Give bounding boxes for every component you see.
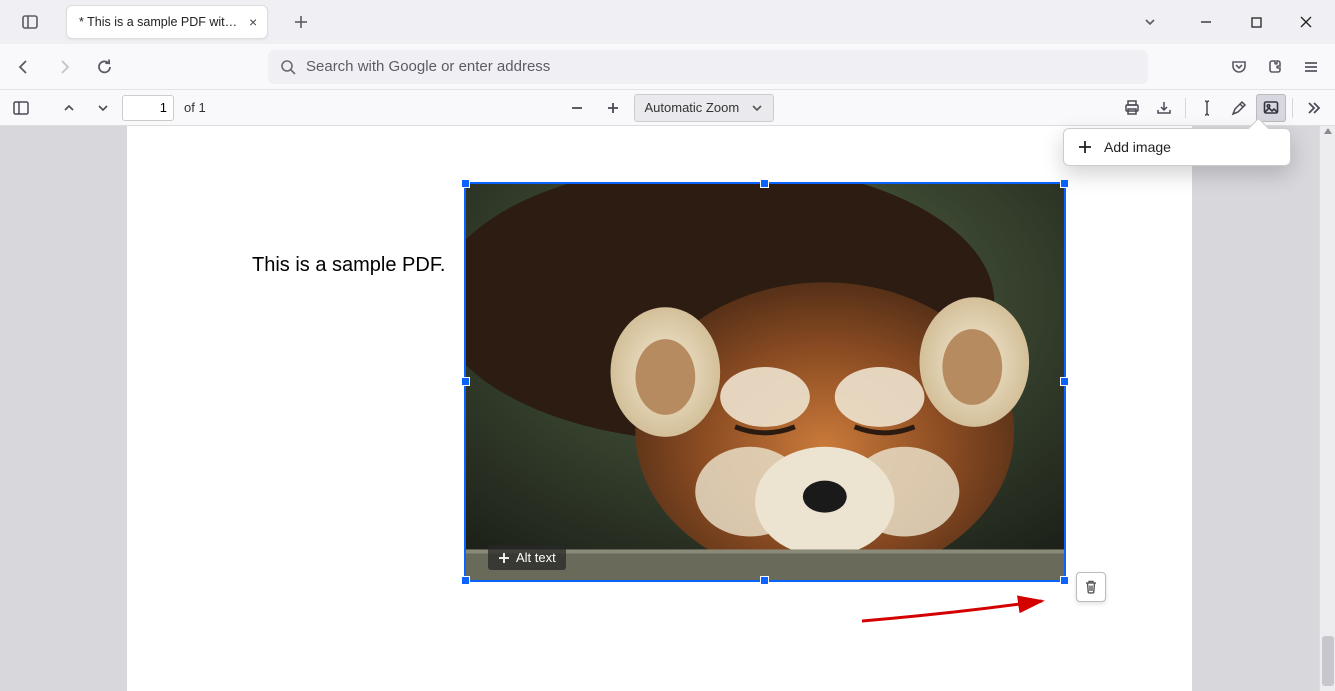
- resize-handle-top-right[interactable]: [1060, 179, 1069, 188]
- zoom-in-button[interactable]: [598, 94, 628, 122]
- download-button[interactable]: [1149, 94, 1179, 122]
- window-controls: [1183, 0, 1329, 44]
- maximize-button[interactable]: [1233, 0, 1279, 44]
- address-placeholder: Search with Google or enter address: [306, 58, 550, 75]
- image-tool-button[interactable]: [1256, 94, 1286, 122]
- window-titlebar: * This is a sample PDF with an imag ×: [0, 0, 1335, 44]
- close-tab-icon[interactable]: ×: [249, 14, 257, 30]
- prev-page-button[interactable]: [54, 94, 84, 122]
- next-page-button[interactable]: [88, 94, 118, 122]
- app-menu-button[interactable]: [1295, 51, 1327, 83]
- pdf-toolbar: of 1 Automatic Zoom: [0, 90, 1335, 126]
- page-count-label: of 1: [184, 100, 206, 115]
- resize-handle-mid-right[interactable]: [1060, 377, 1069, 386]
- zoom-select-label: Automatic Zoom: [645, 100, 740, 115]
- address-bar-row: Search with Google or enter address: [0, 44, 1335, 90]
- resize-handle-top-left[interactable]: [461, 179, 470, 188]
- draw-tool-button[interactable]: [1224, 94, 1254, 122]
- text-tool-button[interactable]: [1192, 94, 1222, 122]
- pdf-page: This is a sample PDF.: [127, 126, 1192, 691]
- alt-text-label: Alt text: [516, 550, 556, 565]
- tab-title: * This is a sample PDF with an imag: [79, 15, 239, 29]
- zoom-select[interactable]: Automatic Zoom: [634, 94, 774, 122]
- toggle-sidebar-button[interactable]: [6, 94, 36, 122]
- resize-handle-bottom-mid[interactable]: [760, 576, 769, 585]
- tabs-dropdown-button[interactable]: [1135, 7, 1165, 37]
- inserted-image[interactable]: [466, 184, 1064, 580]
- delete-image-button[interactable]: [1076, 572, 1106, 602]
- page-number-input[interactable]: [122, 95, 174, 121]
- resize-handle-mid-left[interactable]: [461, 377, 470, 386]
- back-button[interactable]: [8, 51, 40, 83]
- scroll-up-icon[interactable]: [1320, 126, 1335, 136]
- resize-handle-top-mid[interactable]: [760, 179, 769, 188]
- alt-text-button[interactable]: Alt text: [488, 545, 566, 570]
- plus-icon: [498, 552, 510, 564]
- browser-tab[interactable]: * This is a sample PDF with an imag ×: [66, 5, 268, 39]
- extensions-button[interactable]: [1259, 51, 1291, 83]
- pocket-button[interactable]: [1223, 51, 1255, 83]
- resize-handle-bottom-left[interactable]: [461, 576, 470, 585]
- plus-icon: [1078, 140, 1092, 154]
- zoom-out-button[interactable]: [562, 94, 592, 122]
- image-tool-popup: Add image: [1063, 128, 1291, 166]
- add-image-label: Add image: [1104, 139, 1171, 155]
- annotation-arrow: [857, 591, 1057, 631]
- address-input[interactable]: Search with Google or enter address: [268, 50, 1148, 84]
- inserted-image-selection[interactable]: Alt text: [464, 182, 1066, 582]
- more-tools-button[interactable]: [1299, 94, 1329, 122]
- reload-button[interactable]: [88, 51, 120, 83]
- pdf-viewport[interactable]: This is a sample PDF.: [0, 126, 1335, 691]
- trash-icon: [1083, 579, 1099, 595]
- resize-handle-bottom-right[interactable]: [1060, 576, 1069, 585]
- sidebar-panel-button[interactable]: [14, 6, 46, 38]
- forward-button[interactable]: [48, 51, 80, 83]
- new-tab-button[interactable]: [286, 7, 316, 37]
- pdf-body-text: This is a sample PDF.: [252, 254, 445, 277]
- vertical-scrollbar[interactable]: [1319, 126, 1335, 691]
- minimize-button[interactable]: [1183, 0, 1229, 44]
- add-image-menu-item[interactable]: Add image: [1064, 129, 1290, 165]
- close-window-button[interactable]: [1283, 0, 1329, 44]
- chevron-down-icon: [751, 102, 763, 114]
- scrollbar-thumb[interactable]: [1322, 636, 1334, 686]
- search-icon: [280, 59, 296, 75]
- print-button[interactable]: [1117, 94, 1147, 122]
